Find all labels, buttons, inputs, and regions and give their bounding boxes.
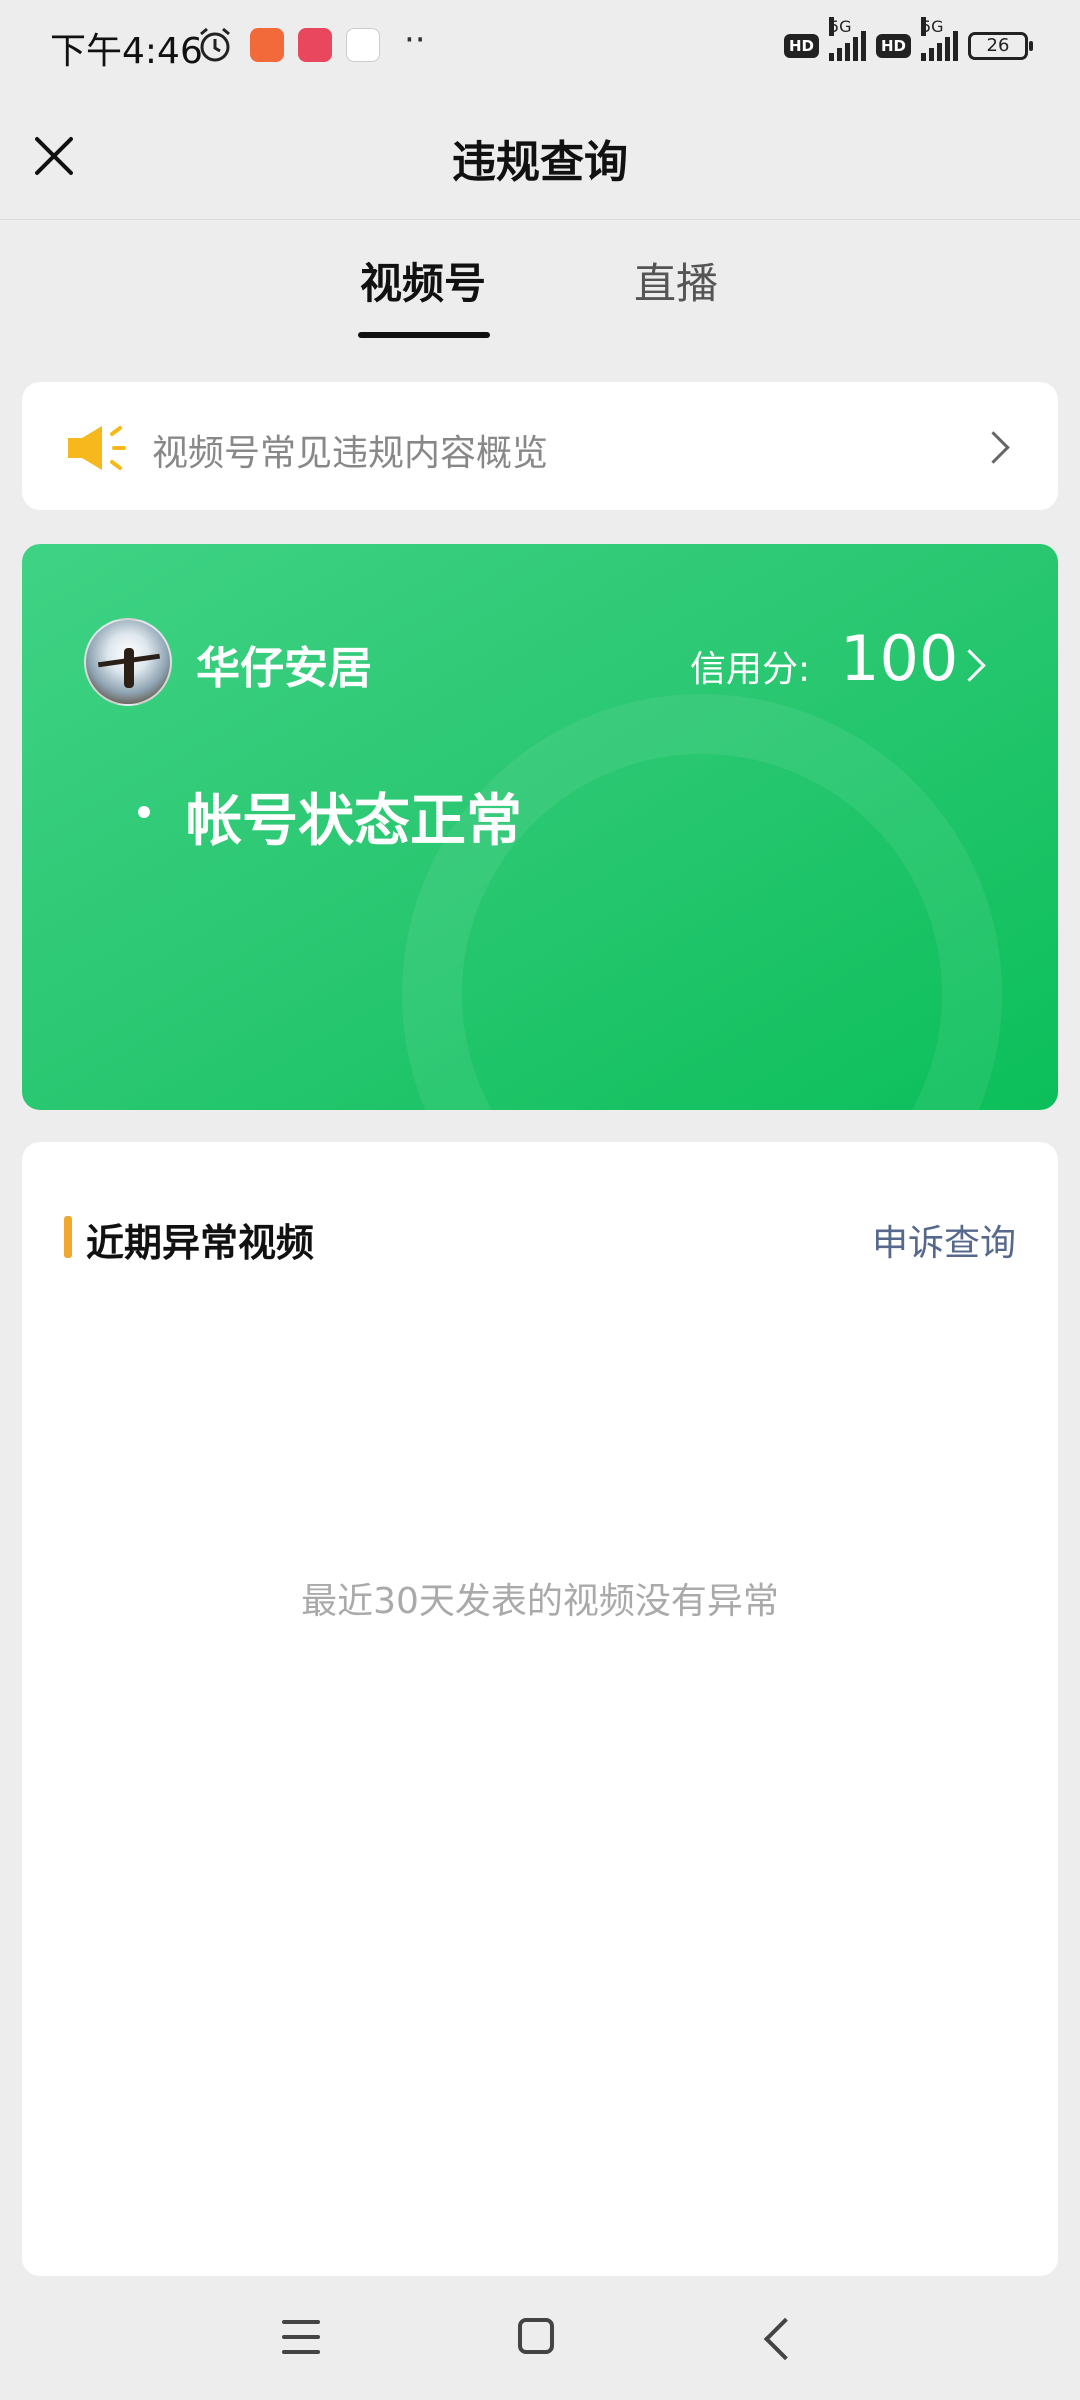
status-bar: 下午4:46 ·· HD 5G HD 5G 26 (0, 0, 1080, 90)
empty-state-message: 最近30天发表的视频没有异常 (301, 1581, 779, 1622)
bullet-icon (138, 806, 150, 818)
chevron-right-icon (977, 431, 1010, 464)
shopping-app-icon (250, 28, 284, 62)
account-status-text: 帐号状态正常 (186, 789, 522, 854)
status-indicators: HD 5G HD 5G 26 (783, 17, 1033, 66)
account-status-card: 华仔安居 信用分: 100 帐号状态正常 (22, 544, 1058, 1110)
credit-score-value[interactable]: 100 (840, 622, 958, 695)
network-label: 5G (828, 17, 852, 36)
network-label-2: 5G (921, 17, 944, 36)
notice-text: 视频号常见违规内容概览 (152, 433, 549, 474)
tab-live[interactable]: 直播 (634, 250, 718, 311)
more-notifications-icon: ·· (404, 20, 426, 60)
section-title: 近期异常视频 (86, 1221, 315, 1265)
recent-abnormal-videos-card: 近期异常视频 申诉查询 最近30天发表的视频没有异常 (22, 1142, 1058, 2276)
active-tab-indicator (358, 332, 490, 338)
hd-badge: HD (783, 34, 819, 58)
violation-overview-notice[interactable]: 视频号常见违规内容概览 (22, 382, 1058, 510)
menu-icon[interactable] (282, 2320, 320, 2354)
section-accent-bar (64, 1216, 72, 1258)
baidu-app-icon (346, 28, 380, 62)
appeal-query-link[interactable]: 申诉查询 (872, 1214, 1016, 1266)
home-icon[interactable] (518, 2318, 554, 2354)
speaker-icon (68, 426, 126, 470)
signal-icon: 5G (828, 17, 866, 61)
page-title: 违规查询 (452, 137, 628, 188)
status-time: 下午4:46 (50, 31, 203, 72)
system-nav-bar (0, 2276, 1080, 2400)
alarm-icon (200, 27, 230, 62)
tab-video[interactable]: 视频号 (360, 250, 486, 311)
back-icon[interactable] (763, 2317, 807, 2361)
credit-score-label[interactable]: 信用分: (690, 640, 810, 692)
nav-bar: 违规查询 (0, 90, 1080, 220)
tab-bar: 视频号 直播 (0, 220, 1080, 340)
battery-icon: 26 (968, 32, 1033, 60)
account-name: 华仔安居 (196, 643, 372, 694)
channels-watermark (402, 694, 1002, 1110)
video-app-icon (298, 28, 332, 62)
hd-badge-2: HD (875, 34, 911, 58)
signal-icon-2: 5G (921, 17, 958, 61)
avatar (84, 618, 172, 706)
